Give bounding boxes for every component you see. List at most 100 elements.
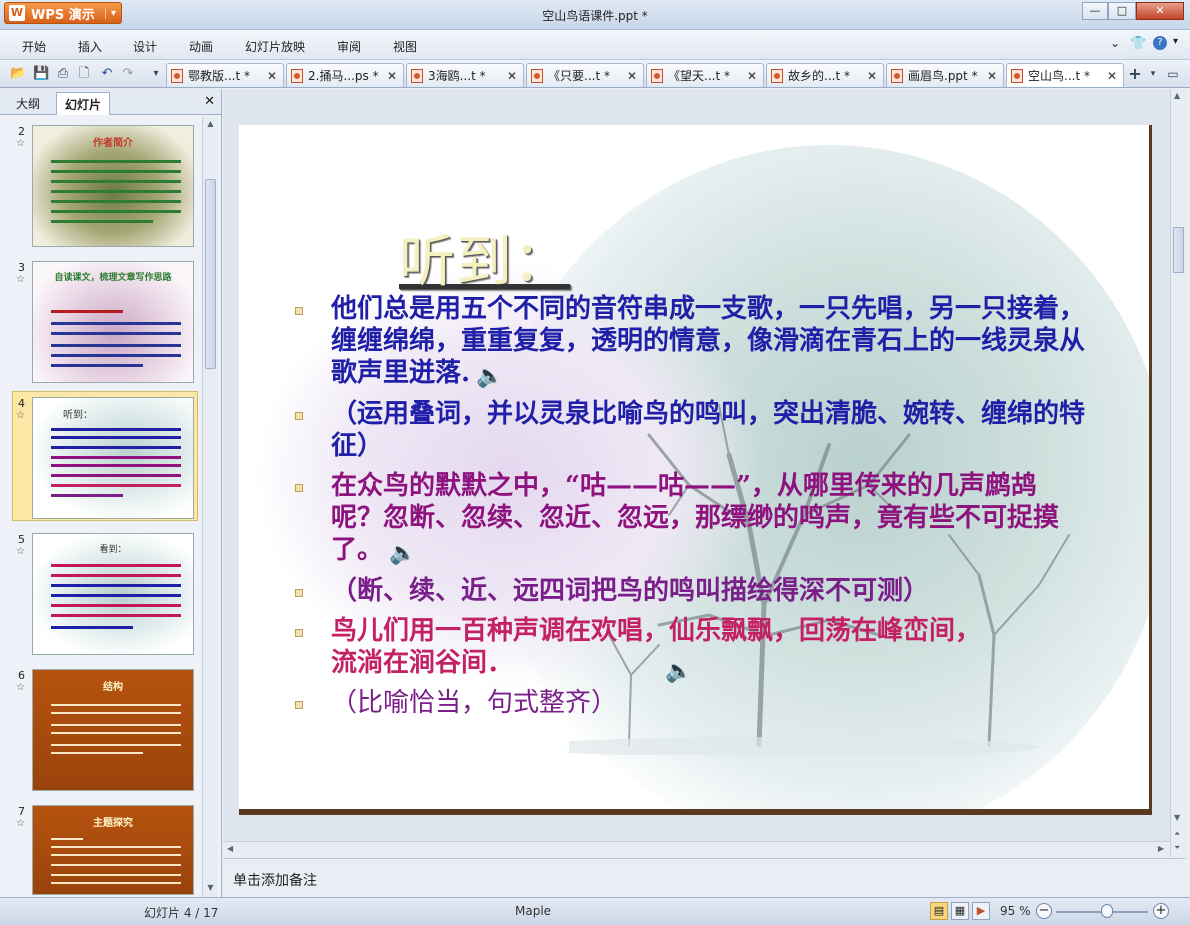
scroll-left-icon[interactable]: ◀ [227, 844, 233, 853]
doc-tab-1[interactable]: 鄂教版...t * ✕ [166, 63, 284, 87]
scroll-thumb[interactable] [205, 179, 216, 369]
slide-thumbnail[interactable]: 作者简介 [32, 125, 194, 247]
scroll-right-icon[interactable]: ▶ [1158, 844, 1164, 853]
menu-bar: 开始 插入 设计 动画 幻灯片放映 审阅 视图 ⌄ 👕 ? ▾ [0, 30, 1190, 60]
tab-slides[interactable]: 幻灯片 [56, 92, 111, 115]
sound-icon[interactable]: 🔈 [476, 363, 503, 389]
undo-icon[interactable]: ↶ [99, 66, 115, 82]
bullet-marker [295, 307, 303, 315]
doc-tab-8-active[interactable]: 空山鸟...t * ✕ [1006, 63, 1124, 87]
editor-vertical-scrollbar[interactable]: ▲ ▼ ⏶ ⏷ [1170, 89, 1186, 857]
ppt-file-icon [171, 68, 183, 83]
doc-tab-2[interactable]: 2.捅马...ps * ✕ [286, 63, 404, 87]
scroll-down-icon[interactable]: ▼ [1174, 813, 1180, 822]
customize-toolbar-icon[interactable]: ▾ [148, 66, 164, 82]
slide-thumbnail[interactable]: 主题探究 [32, 805, 194, 895]
new-tab-icon[interactable]: + [1127, 66, 1143, 82]
print-preview-icon[interactable]: 🗋 [76, 66, 92, 82]
menu-insert[interactable]: 插入 [78, 38, 102, 55]
ribbon-collapse-icon[interactable]: ⌄ [1110, 36, 1120, 50]
notes-pane[interactable]: 单击添加备注 [223, 858, 1186, 897]
maximize-button[interactable]: □ [1108, 2, 1136, 20]
zoom-slider-knob[interactable] [1100, 904, 1113, 918]
slide-thumbnail[interactable]: 自读课文，梳理文章写作思路 [32, 261, 194, 383]
notes-placeholder[interactable]: 单击添加备注 [233, 870, 317, 890]
skin-icon[interactable]: 👕 [1130, 36, 1146, 51]
ppt-file-icon [411, 68, 423, 83]
animation-star-icon: ☆ [16, 818, 25, 829]
bullet-marker [295, 589, 303, 597]
menu-view[interactable]: 视图 [393, 38, 417, 55]
help-icon[interactable]: ? [1153, 36, 1167, 50]
close-tab-icon[interactable]: ✕ [265, 69, 279, 83]
scroll-down-icon[interactable]: ▼ [203, 883, 218, 892]
redo-icon[interactable]: ↷ [120, 66, 136, 82]
document-tab-bar: 📂 💾 ⎙ 🗋 ↶ ↷ ▾ 鄂教版...t * ✕ 2.捅马...ps * ✕ … [0, 60, 1190, 88]
bullet-item[interactable]: （断、续、近、远四词把鸟的鸣叫描绘得深不可测） [295, 575, 1085, 607]
close-tab-icon[interactable]: ✕ [625, 69, 639, 83]
bullet-item[interactable]: 他们总是用五个不同的音符串成一支歌，一只先唱，另一只接着，缠缠绵绵，重重复复，透… [295, 293, 1085, 390]
minimize-button[interactable]: — [1082, 2, 1108, 20]
bullet-marker [295, 629, 303, 637]
close-tab-icon[interactable]: ✕ [745, 69, 759, 83]
doc-tab-5[interactable]: 《望天...t * ✕ [646, 63, 764, 87]
window-title: 空山鸟语课件.ppt * [542, 9, 648, 23]
save-icon[interactable]: 💾 [33, 66, 49, 82]
doc-tab-7[interactable]: 画眉鸟.ppt * ✕ [886, 63, 1004, 87]
doc-tab-6[interactable]: 故乡的...t * ✕ [766, 63, 884, 87]
close-window-button[interactable]: ✕ [1136, 2, 1184, 20]
close-tab-icon[interactable]: ✕ [1105, 69, 1119, 83]
zoom-in-button[interactable]: + [1153, 903, 1169, 919]
bullet-item[interactable]: （比喻恰当，句式整齐） [295, 687, 1085, 719]
ppt-file-icon [1011, 68, 1023, 83]
previous-slide-icon[interactable]: ⏶ [1174, 829, 1180, 839]
menu-design[interactable]: 设计 [133, 38, 157, 55]
close-panel-icon[interactable]: ✕ [204, 94, 215, 109]
next-slide-icon[interactable]: ⏷ [1174, 843, 1180, 853]
editor-horizontal-scrollbar[interactable]: ◀ ▶ [223, 841, 1170, 858]
slide-thumbnail[interactable]: 看到： [32, 533, 194, 655]
doc-tab-3[interactable]: 3海鸥...t * ✕ [406, 63, 524, 87]
zoom-out-button[interactable]: − [1036, 903, 1052, 919]
ppt-file-icon [291, 68, 303, 83]
slide-editor: 听到： 他们总是用五个不同的音符串成一支歌，一只先唱，另一只接着，缠缠绵绵，重重… [223, 89, 1170, 841]
normal-view-button[interactable]: ▤ [930, 902, 948, 920]
status-bar: 幻灯片 4 / 17 Maple ▤ ▦ ▶ 95 % − + [0, 897, 1190, 925]
scroll-thumb[interactable] [1173, 227, 1184, 273]
ppt-file-icon [531, 68, 543, 83]
bullet-item[interactable]: （运用叠词，并以灵泉比喻鸟的鸣叫，突出清脆、婉转、缠绵的特征） [295, 398, 1085, 462]
slide-thumbnail[interactable]: 听到： [32, 397, 194, 519]
bullet-item[interactable]: 在众鸟的默默之中，“咕——咕——”，从哪里传来的几声鹧鸪呢？忽断、忽续、忽近、忽… [295, 470, 1085, 567]
bullet-marker [295, 412, 303, 420]
close-tab-icon[interactable]: ✕ [505, 69, 519, 83]
menu-review[interactable]: 审阅 [337, 38, 361, 55]
tab-outline[interactable]: 大纲 [8, 92, 48, 115]
animation-star-icon: ☆ [16, 546, 25, 557]
close-tab-icon[interactable]: ✕ [865, 69, 879, 83]
slide-thumbnail[interactable]: 结构 [32, 669, 194, 791]
animation-star-icon: ☆ [16, 274, 25, 285]
menu-animation[interactable]: 动画 [189, 38, 213, 55]
menu-start[interactable]: 开始 [22, 38, 46, 55]
ppt-file-icon [651, 68, 663, 83]
side-panel-scrollbar[interactable]: ▲ ▼ [202, 117, 218, 897]
slide-heading[interactable]: 听到： [399, 217, 570, 298]
sound-icon[interactable]: 🔈 [665, 659, 692, 684]
slide-sorter-view-button[interactable]: ▦ [951, 902, 969, 920]
doc-tab-4[interactable]: 《只要...t * ✕ [526, 63, 644, 87]
window-arrange-icon[interactable]: ▭ [1165, 66, 1181, 82]
slideshow-view-button[interactable]: ▶ [972, 902, 990, 920]
sound-icon[interactable]: 🔈 [389, 540, 416, 566]
animation-star-icon: ☆ [16, 410, 25, 421]
close-tab-icon[interactable]: ✕ [985, 69, 999, 83]
tab-list-icon[interactable]: ▾ [1145, 66, 1161, 82]
print-icon[interactable]: ⎙ [55, 66, 71, 82]
close-tab-icon[interactable]: ✕ [385, 69, 399, 83]
slide-canvas[interactable]: 听到： 他们总是用五个不同的音符串成一支歌，一只先唱，另一只接着，缠缠绵绵，重重… [239, 125, 1152, 815]
menu-slideshow[interactable]: 幻灯片放映 [245, 38, 305, 55]
scroll-up-icon[interactable]: ▲ [1174, 91, 1180, 100]
slide-counter: 幻灯片 4 / 17 [144, 906, 219, 920]
help-dropdown-icon[interactable]: ▾ [1173, 36, 1178, 47]
scroll-up-icon[interactable]: ▲ [203, 119, 218, 128]
open-folder-icon[interactable]: 📂 [10, 66, 26, 82]
